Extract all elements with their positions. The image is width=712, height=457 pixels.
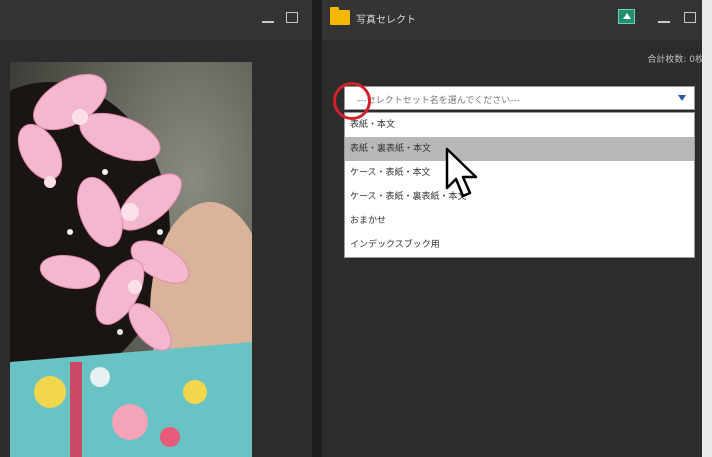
preview-photo <box>10 62 252 457</box>
dropdown-option[interactable]: おまかせ <box>345 209 694 233</box>
minimize-icon[interactable] <box>262 21 274 23</box>
dropdown-option[interactable]: 表紙・本文 <box>345 113 694 137</box>
dropdown-arrow-icon[interactable] <box>678 95 686 101</box>
dropdown-option[interactable]: ケース・表紙・裏表紙・本文 <box>345 185 694 209</box>
dropdown-option-hovered[interactable]: 表紙・裏表紙・本文 <box>345 137 694 161</box>
dropdown-option[interactable]: インデックスブック用 <box>345 233 694 257</box>
maximize-icon[interactable] <box>684 12 696 23</box>
total-count-label: 合計枚数: 0枚 <box>647 55 704 65</box>
left-title-bar <box>0 0 312 40</box>
photo-preview-panel <box>0 0 312 457</box>
select-set-dropdown[interactable]: ---セレクトセット名を選んでください--- <box>344 86 695 110</box>
panel-splitter[interactable] <box>312 0 322 457</box>
highlight-circle-annotation <box>333 82 371 120</box>
dropdown-option[interactable]: ケース・表紙・本文 <box>345 161 694 185</box>
select-placeholder: ---セレクトセット名を選んでください--- <box>357 96 521 106</box>
dropdown-options-list: 表紙・本文 表紙・裏表紙・本文 ケース・表紙・本文 ケース・表紙・裏表紙・本文 … <box>344 112 695 258</box>
window-edge <box>702 0 712 457</box>
upload-icon[interactable] <box>618 9 635 24</box>
minimize-icon[interactable] <box>658 21 670 23</box>
maximize-icon[interactable] <box>286 12 298 23</box>
right-title-bar: 写真セレクト <box>322 0 712 40</box>
panel-title: 写真セレクト <box>356 15 416 26</box>
mouse-pointer-icon <box>444 146 484 206</box>
folder-icon <box>330 7 350 25</box>
photo-select-panel: 写真セレクト 合計枚数: 0枚 ---セレクトセット名を選んでください--- 表… <box>322 0 712 457</box>
